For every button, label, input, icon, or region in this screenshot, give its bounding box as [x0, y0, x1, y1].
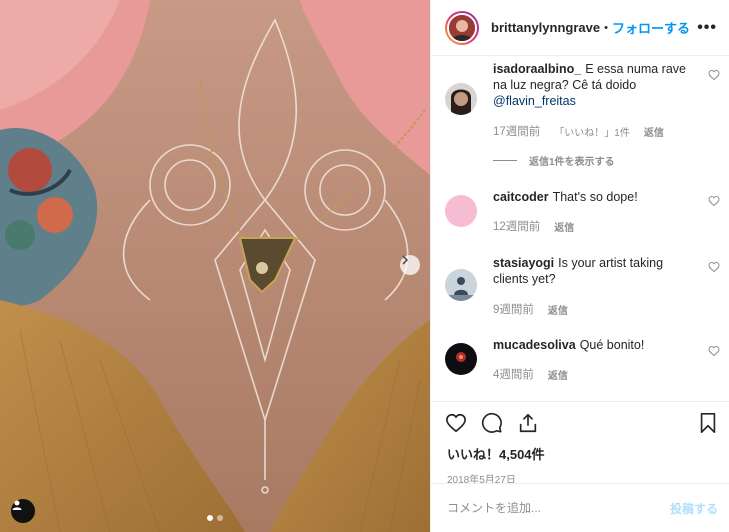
- comment-mention[interactable]: @flavin_freitas: [493, 94, 576, 108]
- reply-button[interactable]: 返信: [548, 302, 568, 317]
- comment-username[interactable]: isadoraalbino_: [493, 62, 581, 76]
- action-bar: [431, 402, 729, 444]
- comment-text: mucadesoliva Qué bonito!: [493, 337, 698, 353]
- comment-age[interactable]: 4週間前: [493, 366, 534, 382]
- comment-like-heart-icon[interactable]: [708, 69, 720, 81]
- likes-count[interactable]: いいね！4,504件: [431, 444, 729, 463]
- post-photo[interactable]: [0, 0, 430, 532]
- carousel-next-button[interactable]: [400, 255, 420, 275]
- chevron-right-icon: [402, 255, 409, 265]
- author-avatar[interactable]: [445, 10, 479, 45]
- comment-input[interactable]: [447, 501, 670, 515]
- comment-age[interactable]: 9週間前: [493, 301, 534, 317]
- post-comment-button[interactable]: 投稿する: [670, 500, 718, 517]
- carousel-indicator: [207, 515, 223, 521]
- comment-input-bar: 投稿する: [431, 483, 729, 532]
- comment-like-heart-icon[interactable]: [708, 345, 720, 357]
- commenter-avatar-image: [445, 269, 477, 301]
- view-replies-button[interactable]: 返信1件を表示する: [493, 153, 615, 168]
- commenter-avatar[interactable]: [445, 343, 477, 375]
- comment-text: caitcoder That's so dope!: [493, 189, 698, 205]
- commenter-avatar[interactable]: [445, 269, 477, 301]
- bookmark-icon[interactable]: [698, 412, 718, 434]
- comments-list[interactable]: isadoraalbino_ E essa numa rave na luz ne…: [431, 57, 729, 401]
- comment-username[interactable]: stasiayogi: [493, 256, 554, 270]
- comment-text: isadoraalbino_ E essa numa rave na luz ne…: [493, 61, 698, 109]
- comment-meta: 12週間前 返信: [493, 218, 574, 234]
- comment-age[interactable]: 12週間前: [493, 218, 540, 234]
- comment-likes[interactable]: 「いいね！」1件: [554, 124, 630, 139]
- comment-meta: 17週間前 「いいね！」1件 返信: [493, 123, 664, 139]
- commenter-avatar[interactable]: [445, 195, 477, 227]
- comment-bubble-icon[interactable]: [481, 412, 503, 434]
- comment-like-heart-icon[interactable]: [708, 195, 720, 207]
- post-actions-area: いいね！4,504件 2018年5月27日: [431, 401, 729, 486]
- follow-button[interactable]: フォローする: [612, 18, 690, 37]
- carousel-dot-active: [207, 515, 213, 521]
- comment-username[interactable]: caitcoder: [493, 190, 549, 204]
- comment-username[interactable]: mucadesoliva: [493, 338, 576, 352]
- tagged-users-button[interactable]: [11, 499, 35, 523]
- author-username[interactable]: brittanylynngrave: [491, 20, 600, 35]
- comment-meta: 9週間前 返信: [493, 301, 568, 317]
- like-heart-icon[interactable]: [445, 412, 467, 434]
- reply-button[interactable]: 返信: [554, 219, 574, 234]
- comment-content: That's so dope!: [552, 190, 638, 204]
- post-image: [0, 0, 430, 532]
- share-icon[interactable]: [517, 412, 539, 434]
- post-side-panel: brittanylynngrave • フォローする ••• isadoraal…: [430, 0, 729, 532]
- author-avatar-image: [449, 14, 475, 41]
- instagram-post-modal: brittanylynngrave • フォローする ••• isadoraal…: [0, 0, 729, 532]
- comment-meta: 4週間前 返信: [493, 366, 568, 382]
- comment-like-heart-icon[interactable]: [708, 261, 720, 273]
- view-replies-label: 返信1件を表示する: [529, 157, 615, 168]
- header-separator: •: [604, 21, 608, 34]
- commenter-avatar-image: [445, 83, 477, 115]
- commenter-avatar[interactable]: [445, 83, 477, 115]
- person-icon: [12, 500, 22, 510]
- post-header: brittanylynngrave • フォローする •••: [431, 0, 729, 56]
- comment-age[interactable]: 17週間前: [493, 123, 540, 139]
- reply-button[interactable]: 返信: [548, 367, 568, 382]
- reply-button[interactable]: 返信: [644, 124, 664, 139]
- more-options-icon[interactable]: •••: [697, 19, 717, 37]
- comment-content: Qué bonito!: [579, 338, 645, 352]
- carousel-dot: [217, 515, 223, 521]
- comment-text: stasiayogi Is your artist taking clients …: [493, 255, 698, 287]
- commenter-avatar-image: [445, 343, 477, 375]
